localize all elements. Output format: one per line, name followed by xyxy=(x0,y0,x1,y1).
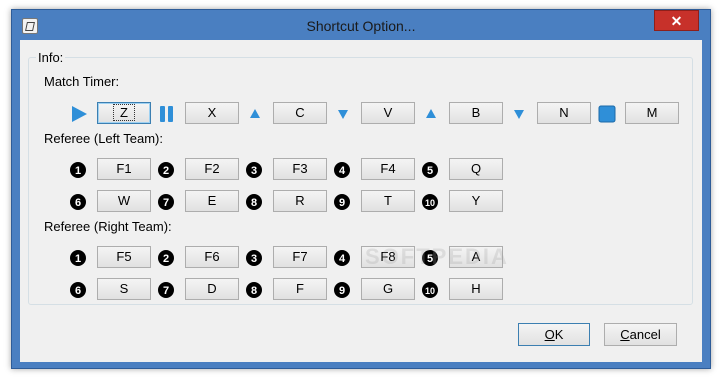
number-3-icon: 3 xyxy=(245,249,263,267)
number-1-icon: 1 xyxy=(69,249,87,267)
stop-icon xyxy=(597,104,617,124)
referee-key-button[interactable]: H xyxy=(449,278,503,300)
referee-key-button[interactable]: F xyxy=(273,278,327,300)
svg-text:2: 2 xyxy=(163,253,169,265)
svg-text:1: 1 xyxy=(75,165,81,177)
svg-text:2: 2 xyxy=(163,165,169,177)
number-2-icon: 2 xyxy=(157,249,175,267)
svg-text:6: 6 xyxy=(75,197,81,209)
svg-text:5: 5 xyxy=(427,165,433,177)
number-7-icon: 7 xyxy=(157,193,175,211)
dialog-client-area: Info: Match Timer: Z X C V B N M Referee (Left… xyxy=(20,40,702,362)
timer-key-button[interactable]: X xyxy=(185,102,239,124)
svg-text:9: 9 xyxy=(339,285,345,297)
referee-key-button[interactable]: W xyxy=(97,190,151,212)
number-4-icon: 4 xyxy=(333,249,351,267)
number-6-icon: 6 xyxy=(69,193,87,211)
svg-text:5: 5 xyxy=(427,253,433,265)
referee-key-button[interactable]: F7 xyxy=(273,246,327,268)
svg-text:9: 9 xyxy=(339,197,345,209)
number-5-icon: 5 xyxy=(421,249,439,267)
down-arrow-icon xyxy=(509,104,529,124)
number-1-icon: 1 xyxy=(69,161,87,179)
number-5-icon: 5 xyxy=(421,161,439,179)
referee-key-button[interactable]: R xyxy=(273,190,327,212)
referee-key-button[interactable]: T xyxy=(361,190,415,212)
svg-text:3: 3 xyxy=(251,165,257,177)
svg-text:8: 8 xyxy=(251,197,257,209)
timer-key-button[interactable]: M xyxy=(625,102,679,124)
referee-key-button[interactable]: E xyxy=(185,190,239,212)
referee-key-button[interactable]: F6 xyxy=(185,246,239,268)
referee-key-button[interactable]: D xyxy=(185,278,239,300)
referee-key-button[interactable]: Q xyxy=(449,158,503,180)
referee-left-label: Referee (Left Team): xyxy=(44,131,163,146)
up-arrow-icon xyxy=(421,104,441,124)
up-arrow-icon xyxy=(245,104,265,124)
info-group-label: Info: xyxy=(36,50,66,65)
svg-text:7: 7 xyxy=(163,285,169,297)
referee-key-button[interactable]: F4 xyxy=(361,158,415,180)
svg-text:1: 1 xyxy=(75,253,81,265)
number-3-icon: 3 xyxy=(245,161,263,179)
number-2-icon: 2 xyxy=(157,161,175,179)
svg-text:10: 10 xyxy=(425,198,435,208)
svg-text:10: 10 xyxy=(425,286,435,296)
number-10-icon: 10 xyxy=(421,193,439,211)
number-9-icon: 9 xyxy=(333,281,351,299)
number-10-icon: 10 xyxy=(421,281,439,299)
svg-text:6: 6 xyxy=(75,285,81,297)
number-6-icon: 6 xyxy=(69,281,87,299)
referee-key-button[interactable]: F8 xyxy=(361,246,415,268)
svg-text:7: 7 xyxy=(163,197,169,209)
timer-key-button[interactable]: Z xyxy=(97,102,151,124)
window-title: Shortcut Option... xyxy=(306,18,416,34)
referee-key-button[interactable]: F2 xyxy=(185,158,239,180)
play-icon xyxy=(69,104,89,124)
svg-text:4: 4 xyxy=(339,253,346,265)
number-4-icon: 4 xyxy=(333,161,351,179)
timer-key-button[interactable]: N xyxy=(537,102,591,124)
close-button[interactable]: ✕ xyxy=(654,10,699,31)
referee-key-button[interactable]: S xyxy=(97,278,151,300)
referee-key-button[interactable]: G xyxy=(361,278,415,300)
timer-key-button[interactable]: C xyxy=(273,102,327,124)
referee-key-button[interactable]: F1 xyxy=(97,158,151,180)
timer-key-button[interactable]: B xyxy=(449,102,503,124)
referee-key-button[interactable]: F5 xyxy=(97,246,151,268)
svg-text:8: 8 xyxy=(251,285,257,297)
referee-right-label: Referee (Right Team): xyxy=(44,219,172,234)
title-bar[interactable]: Shortcut Option... ✕ xyxy=(12,10,710,40)
timer-key-button[interactable]: V xyxy=(361,102,415,124)
ok-button[interactable]: OK xyxy=(518,323,590,346)
number-8-icon: 8 xyxy=(245,281,263,299)
svg-text:4: 4 xyxy=(339,165,346,177)
pause-icon xyxy=(157,104,177,124)
referee-key-button[interactable]: F3 xyxy=(273,158,327,180)
match-timer-label: Match Timer: xyxy=(44,74,120,89)
number-9-icon: 9 xyxy=(333,193,351,211)
svg-text:3: 3 xyxy=(251,253,257,265)
dialog-window: Shortcut Option... ✕ Info: Match Timer: … xyxy=(11,9,711,369)
referee-key-button[interactable]: Y xyxy=(449,190,503,212)
number-7-icon: 7 xyxy=(157,281,175,299)
down-arrow-icon xyxy=(333,104,353,124)
cancel-button[interactable]: Cancel xyxy=(604,323,677,346)
referee-key-button[interactable]: A xyxy=(449,246,503,268)
number-8-icon: 8 xyxy=(245,193,263,211)
